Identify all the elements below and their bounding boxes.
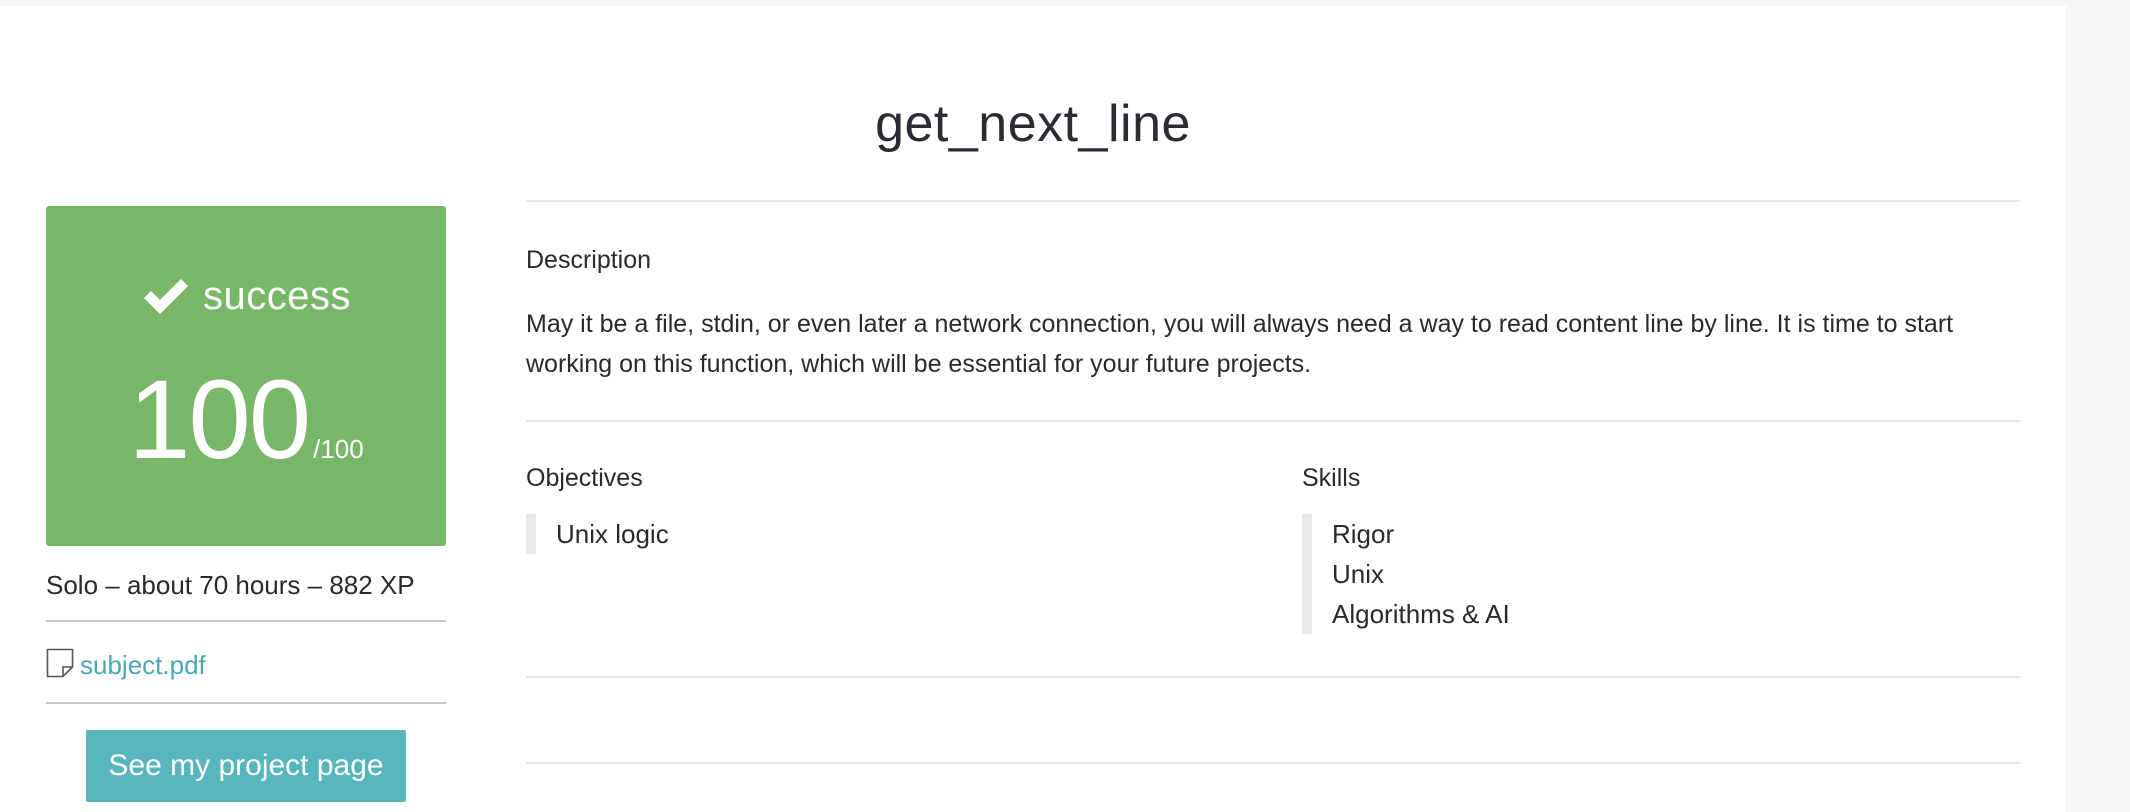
score-max: /100	[313, 434, 364, 464]
subject-link[interactable]: subject.pdf	[46, 648, 206, 681]
project-meta: Solo – about 70 hours – 882 XP	[46, 570, 415, 600]
check-icon	[144, 278, 188, 314]
status-row: success	[46, 274, 446, 319]
see-project-page-button[interactable]: See my project page	[86, 730, 406, 802]
skills-list: Rigor Unix Algorithms & AI	[1302, 514, 1510, 634]
main-divider	[526, 420, 2020, 422]
main-divider	[526, 762, 2020, 764]
description-heading: Description	[526, 246, 652, 274]
status-label: success	[203, 274, 351, 318]
objectives-list: Unix logic	[526, 514, 669, 554]
document-icon	[46, 648, 74, 677]
page-title: get_next_line	[875, 95, 1191, 153]
project-page: get_next_line success 100 /100 Solo – ab…	[0, 6, 2066, 812]
status-card: success 100 /100	[46, 206, 446, 546]
subject-link-label: subject.pdf	[80, 650, 206, 680]
sidebar-divider	[46, 620, 446, 622]
skill-item: Rigor	[1332, 519, 1395, 549]
objectives-heading: Objectives	[526, 464, 643, 492]
score-value: 100	[128, 357, 311, 482]
skills-heading: Skills	[1302, 464, 1361, 492]
description-text: May it be a file, stdin, or even later a…	[526, 310, 1954, 378]
sidebar-divider	[46, 702, 446, 704]
skill-item: Algorithms & AI	[1332, 599, 1510, 629]
main-divider	[526, 676, 2020, 678]
objective-item: Unix logic	[556, 519, 669, 549]
main-divider	[526, 200, 2020, 202]
skill-item: Unix	[1332, 559, 1385, 589]
score-row: 100 /100	[46, 364, 446, 476]
